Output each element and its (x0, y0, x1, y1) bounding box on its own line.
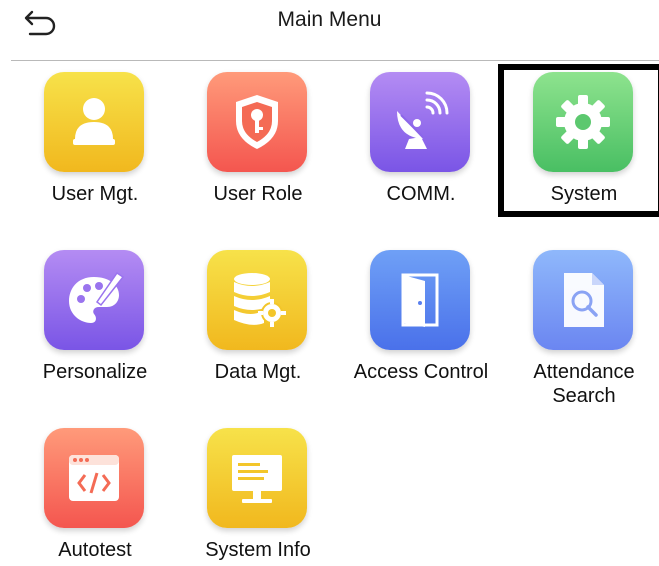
code-window-icon (69, 455, 119, 501)
menu-item-system-info[interactable]: System Info (173, 428, 343, 566)
menu-item-system[interactable]: System (499, 72, 659, 232)
document-search-icon (564, 273, 604, 327)
autotest-label: Autotest (58, 539, 132, 561)
comm-icon-box (370, 72, 470, 172)
satellite-dish-icon (397, 91, 449, 149)
personalize-icon-box (44, 250, 144, 350)
attendance-search-label: Attendance Search (533, 361, 635, 407)
system-info-label: System Info (205, 539, 311, 561)
menu-item-user-role[interactable]: User Role (173, 72, 343, 232)
monitor-icon (232, 455, 282, 503)
system-icon-box (533, 72, 633, 172)
menu-item-comm[interactable]: COMM. (336, 72, 506, 232)
menu-item-personalize[interactable]: Personalize (10, 250, 180, 410)
user-role-icon-box (207, 72, 307, 172)
access-control-label: Access Control (353, 361, 489, 383)
comm-label: COMM. (386, 183, 456, 205)
menu-item-autotest[interactable]: Autotest (10, 428, 180, 566)
attendance-search-icon-box (533, 250, 633, 350)
door-icon (401, 273, 439, 327)
menu-item-data-mgt[interactable]: Data Mgt. (173, 250, 343, 410)
autotest-icon-box (44, 428, 144, 528)
palette-icon (69, 271, 125, 323)
user-mgt-icon-box (44, 72, 144, 172)
data-mgt-icon-box (207, 250, 307, 350)
menu-item-user-mgt[interactable]: User Mgt. (10, 72, 180, 232)
menu-grid: User Mgt. User Role COMM. System Persona… (0, 0, 659, 566)
menu-item-access-control[interactable]: Access Control (336, 250, 506, 410)
access-control-icon-box (370, 250, 470, 350)
gear-icon (556, 95, 610, 149)
database-gear-icon (234, 273, 286, 327)
shield-key-icon (236, 95, 278, 149)
data-mgt-label: Data Mgt. (214, 361, 302, 383)
system-label: System (550, 183, 618, 205)
user-role-label: User Role (213, 183, 303, 205)
system-info-icon-box (207, 428, 307, 528)
user-icon (73, 98, 115, 145)
user-mgt-label: User Mgt. (51, 183, 139, 205)
menu-item-attendance-search[interactable]: Attendance Search (499, 250, 659, 410)
personalize-label: Personalize (42, 361, 148, 383)
